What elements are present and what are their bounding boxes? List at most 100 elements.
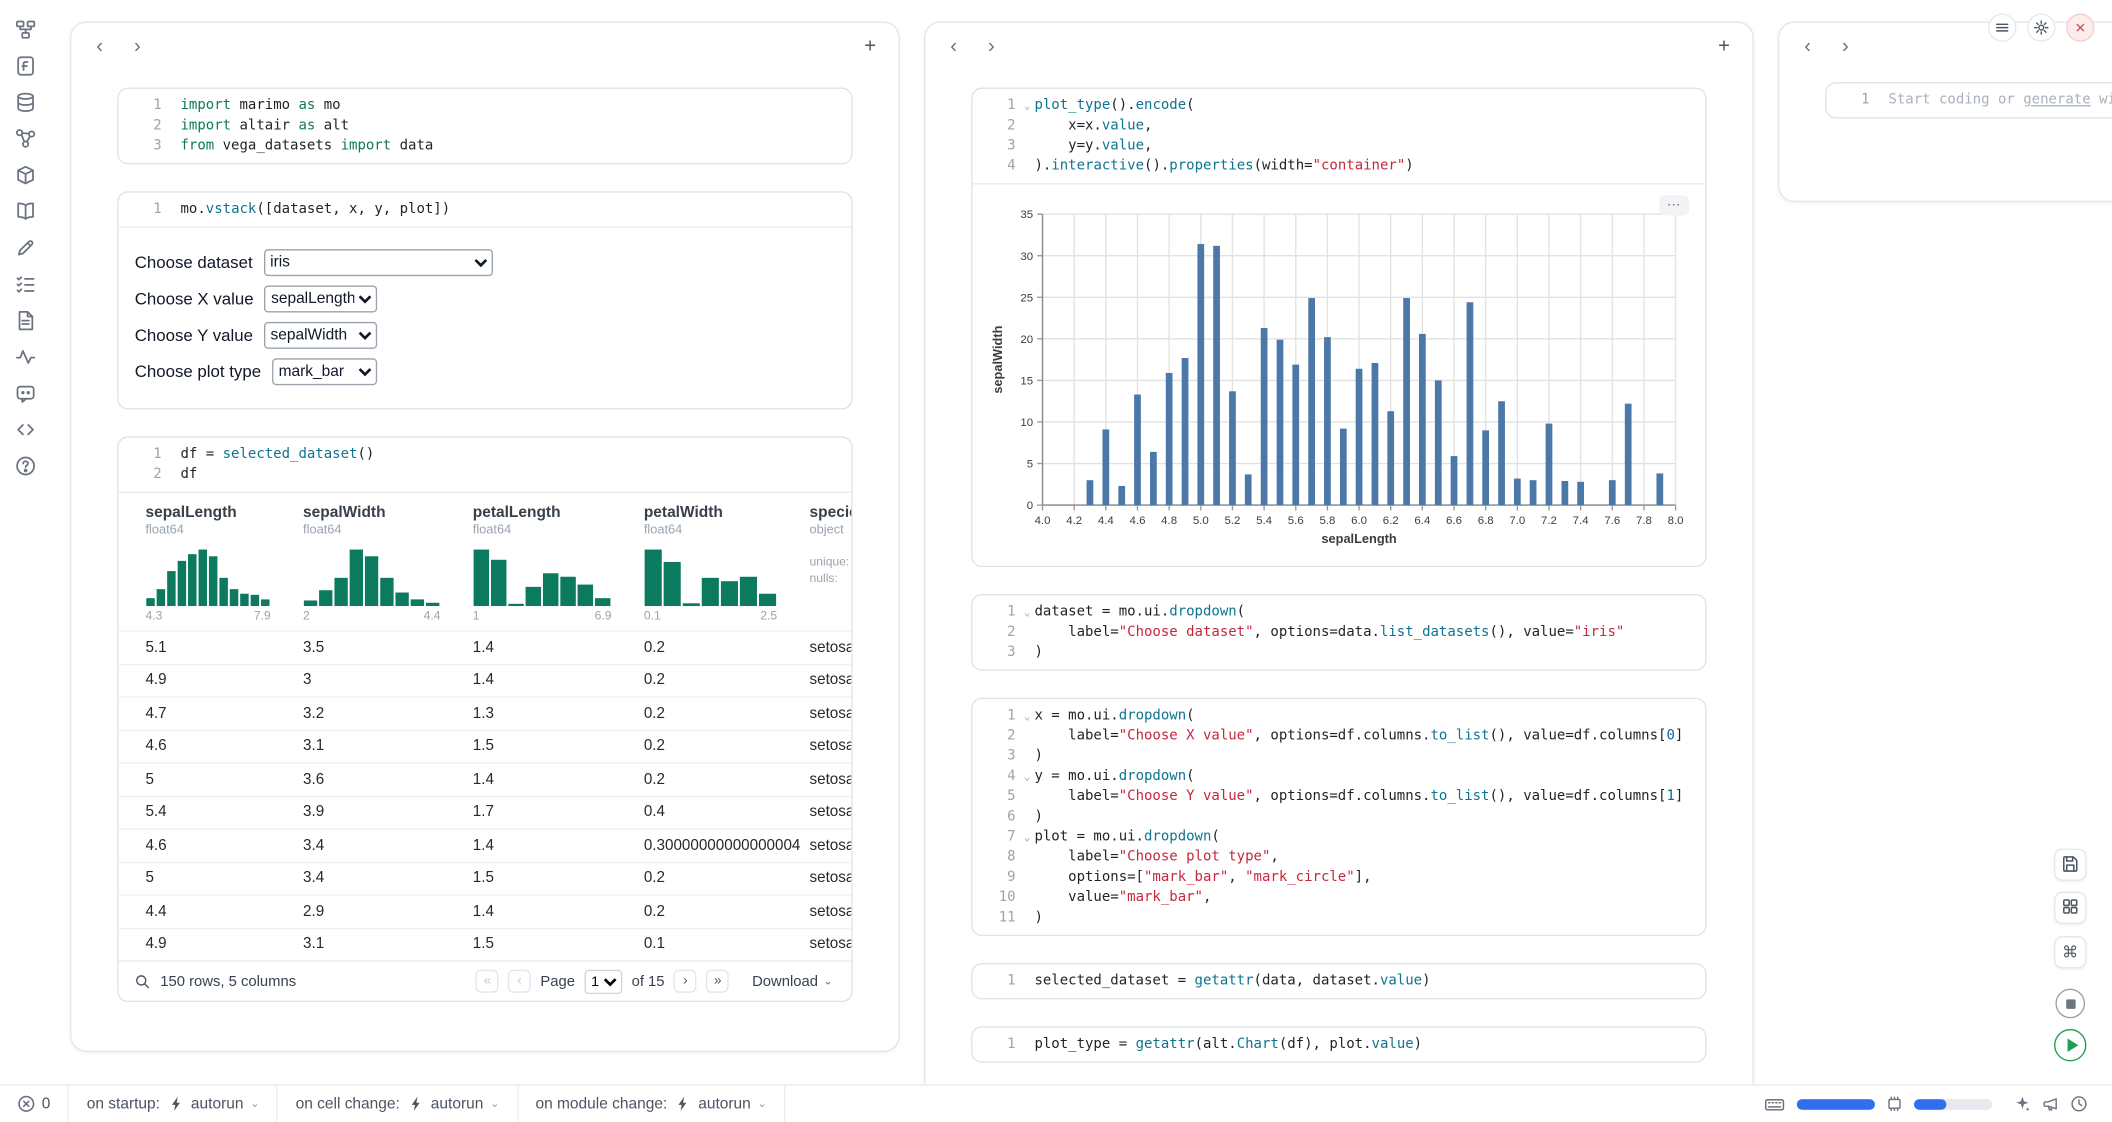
sidebar-panel-ai-chat[interactable] — [15, 383, 37, 405]
fold-chevron-icon[interactable]: ⌄ — [1024, 766, 1031, 786]
table-cell: 2.9 — [303, 903, 473, 919]
previous-page-button[interactable]: ‹ — [508, 970, 531, 993]
svg-text:5.6: 5.6 — [1288, 515, 1304, 527]
table-column-header[interactable]: petalLengthfloat6416.9 — [473, 505, 644, 622]
on-cell-change-setting[interactable]: on cell change: autorun ⌄ — [278, 1086, 518, 1122]
memory-usage-bar — [1914, 1098, 1992, 1109]
table-row: 5.43.91.70.4setosa — [119, 795, 852, 828]
svg-text:20: 20 — [1020, 334, 1033, 346]
dependency-graph-icon — [15, 128, 37, 150]
fold-chevron-icon[interactable]: ⌄ — [1024, 706, 1031, 726]
fold-chevron-icon[interactable]: ⌄ — [1024, 96, 1031, 116]
errors-indicator[interactable]: 0 — [0, 1086, 69, 1122]
sidebar-panel-snippets[interactable] — [15, 419, 37, 441]
cell-editor[interactable]: 1mo.vstack([dataset, x, y, plot]) — [119, 193, 852, 227]
table-row: 53.41.50.2setosa — [119, 861, 852, 894]
first-page-button[interactable]: « — [476, 970, 499, 993]
cell-editor[interactable]: 1Start coding or generate with AI. — [1826, 84, 2112, 118]
ai-assistant-icon[interactable] — [2014, 1095, 2032, 1113]
sidebar-panel-documentation[interactable] — [15, 201, 37, 223]
table-column-header[interactable]: petalWidthfloat640.12.5 — [644, 505, 810, 622]
chart-options-button[interactable]: ⋯ — [1659, 195, 1689, 215]
search-icon[interactable] — [135, 973, 151, 989]
table-column-header[interactable]: sepalWidthfloat6424.4 — [303, 505, 473, 622]
cell-editor[interactable]: 1⌄x = mo.ui.dropdown(2 label="Choose X v… — [972, 699, 1705, 935]
add-cell-button[interactable]: + — [858, 34, 882, 58]
table-row: 4.42.91.40.2setosa — [119, 894, 852, 927]
choose-y-value-select[interactable]: sepalWidth — [264, 321, 377, 348]
cell-editor[interactable]: 1df = selected_dataset()2df — [119, 438, 852, 492]
cell-output-area: sepalLengthfloat644.37.9sepalWidthfloat6… — [119, 492, 852, 1001]
choose-x-value-select[interactable]: sepalLength — [264, 285, 377, 312]
svg-text:6.6: 6.6 — [1446, 515, 1462, 527]
column-prev-button[interactable]: ‹ — [942, 34, 966, 58]
column-dtype: float64 — [644, 523, 810, 538]
table-cell: 5.4 — [145, 804, 303, 820]
generate-with-ai-link[interactable]: generate — [2023, 92, 2090, 108]
cell-editor[interactable]: 1selected_dataset = getattr(data, datase… — [972, 964, 1705, 998]
column-prev-button[interactable]: ‹ — [88, 34, 112, 58]
column-prev-button[interactable]: ‹ — [1795, 34, 1819, 58]
keyboard-icon[interactable] — [1763, 1094, 1786, 1113]
notebook-column-2: ‹ › + 1⌄plot_type().encode(2 x=x.value,3… — [924, 22, 1754, 1113]
column-next-button[interactable]: › — [125, 34, 149, 58]
save-button[interactable] — [2054, 849, 2086, 881]
fold-chevron-icon[interactable]: ⌄ — [1024, 827, 1031, 847]
table-cell: setosa — [810, 639, 853, 655]
hamburger-icon — [1993, 19, 2011, 37]
cell-editor[interactable]: 1⌄plot_type().encode(2 x=x.value,3 y=y.v… — [972, 89, 1705, 183]
sidebar-panel-scratchpad[interactable] — [15, 237, 37, 259]
svg-text:5.4: 5.4 — [1256, 515, 1273, 527]
sidebar-panel-dependency-graph[interactable] — [15, 128, 37, 150]
line-number: 1 — [129, 199, 161, 219]
fold-chevron-icon[interactable]: ⌄ — [1024, 602, 1031, 622]
shutdown-button[interactable]: × — [2066, 13, 2094, 41]
column-dtype: float64 — [473, 523, 644, 538]
table-row: 4.63.41.40.30000000000000004setosa — [119, 828, 852, 861]
sidebar-panel-tracebacks[interactable] — [15, 346, 37, 368]
session-history-icon[interactable] — [2070, 1095, 2088, 1113]
settings-button[interactable] — [2027, 13, 2055, 41]
column-next-button[interactable]: › — [979, 34, 1003, 58]
table-footer: 150 rows, 5 columns«‹Page1of 15›»Downloa… — [119, 960, 852, 1000]
download-button[interactable]: Download⌄ — [752, 973, 832, 989]
line-number: 2 — [983, 116, 1015, 136]
column-next-button[interactable]: › — [1833, 34, 1857, 58]
sidebar-panel-file-explorer[interactable] — [15, 55, 37, 77]
sidebar-panel-datasources[interactable] — [15, 92, 37, 114]
next-page-button[interactable]: › — [674, 970, 697, 993]
last-page-button[interactable]: » — [706, 970, 729, 993]
column-nav: ‹ › + — [925, 23, 1752, 66]
altair-bar-chart[interactable]: 4.04.24.44.64.85.05.25.45.65.86.06.26.46… — [989, 203, 1695, 548]
choose-y-value-label: Choose Y value — [135, 325, 253, 344]
memory-icon — [1886, 1095, 1904, 1113]
svg-text:7.8: 7.8 — [1636, 515, 1652, 527]
cell-editor[interactable]: 1plot_type = getattr(alt.Chart(df), plot… — [972, 1028, 1705, 1062]
choose-plot-type-select[interactable]: mark_bar — [272, 358, 377, 385]
interrupt-button[interactable] — [2055, 989, 2085, 1019]
column-name: petalLength — [473, 505, 644, 521]
table-column-header[interactable]: sepalLengthfloat644.37.9 — [145, 505, 303, 622]
sidebar-panel-table-of-contents[interactable] — [15, 19, 37, 41]
on-module-change-setting[interactable]: on module change: autorun ⌄ — [518, 1086, 785, 1122]
table-cell: setosa — [810, 837, 853, 853]
app-view-button[interactable] — [2054, 892, 2086, 924]
page-select[interactable]: 1 — [584, 969, 622, 993]
sidebar-panel-packages[interactable] — [15, 164, 37, 186]
notebook-column-1: ‹ › + 1import marimo as mo2import altair… — [70, 22, 900, 1052]
cell-editor[interactable]: 1⌄dataset = mo.ui.dropdown(2 label="Choo… — [972, 595, 1705, 669]
sidebar-panel-outline[interactable] — [15, 273, 37, 295]
on-startup-setting[interactable]: on startup: autorun ⌄ — [69, 1086, 278, 1122]
choose-dataset-select[interactable]: iris — [263, 249, 492, 276]
cell-editor[interactable]: 1import marimo as mo2import altair as al… — [119, 89, 852, 163]
notebook-menu-button[interactable] — [1988, 13, 2016, 41]
table-column-header[interactable]: speciesobjectunique:nulls: — [810, 505, 853, 622]
feedback-icon[interactable] — [2042, 1095, 2060, 1113]
column-histogram-wrap — [644, 547, 810, 606]
run-all-button[interactable] — [2054, 1029, 2086, 1061]
sidebar-panel-logs[interactable] — [15, 310, 37, 332]
keyboard-shortcuts-button[interactable]: ⌘ — [2054, 936, 2086, 968]
sidebar-panel-help[interactable] — [15, 455, 37, 477]
max-value: 4.4 — [424, 609, 441, 622]
add-cell-button[interactable]: + — [1712, 34, 1736, 58]
